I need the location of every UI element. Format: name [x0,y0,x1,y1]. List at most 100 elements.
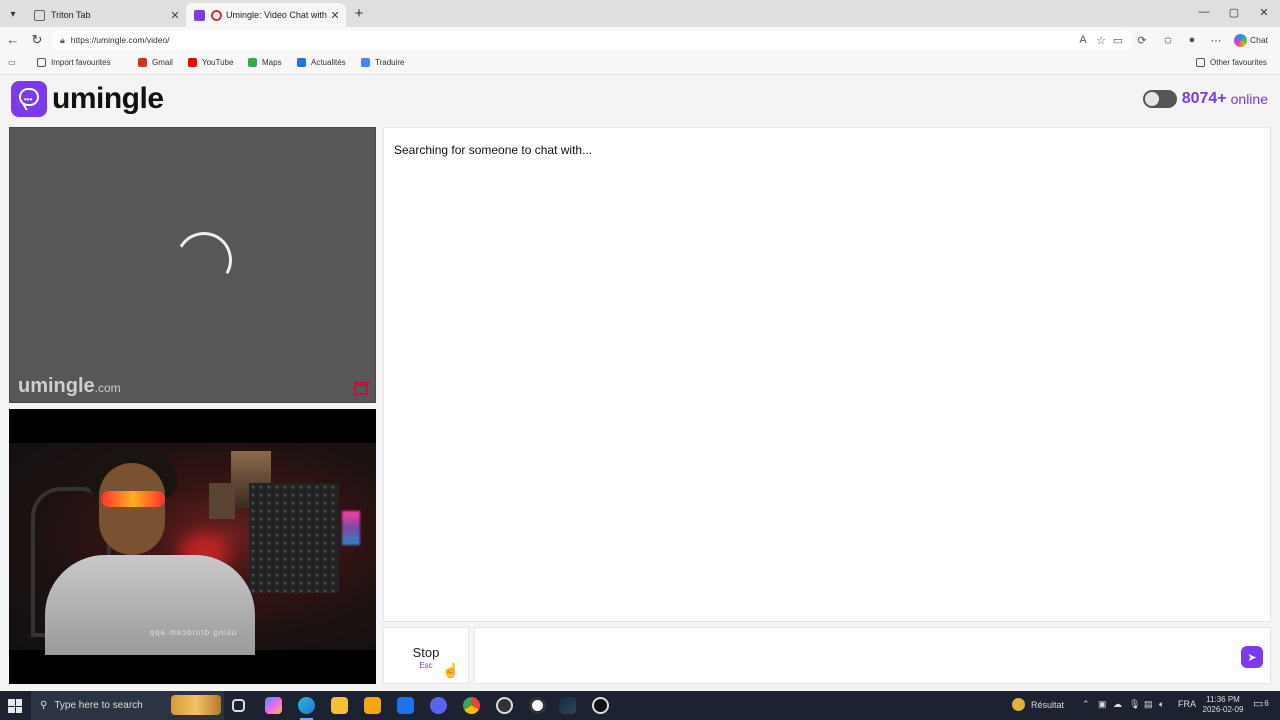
dark-mode-toggle[interactable] [1142,90,1177,108]
umingle-logo[interactable]: ••• umingle [11,81,164,117]
volume-icon[interactable]: 🔈︎ [1159,699,1164,710]
read-aloud-icon[interactable]: A [1076,34,1090,46]
bookmark-label: YouTube [202,58,234,67]
network-icon[interactable]: ▤ [1144,699,1153,710]
chat-label: Chat [1250,35,1268,45]
taskbar-search[interactable]: ⚲ Type here to search [31,691,224,720]
more-menu-icon[interactable]: ⋯ [1209,34,1223,47]
back-icon[interactable]: ← [5,32,21,47]
cloud-icon[interactable]: ☁ [1113,699,1122,710]
bookmark-import-favourites[interactable]: Import favourites [37,58,111,67]
favorites-icon[interactable]: ✩ [1161,34,1175,47]
bookmark-maps[interactable]: Maps [248,58,282,67]
immersive-reader-icon[interactable]: ▭ [1111,34,1125,47]
message-input[interactable] [475,628,1215,683]
bookmark-gmail[interactable]: Gmail [138,58,173,67]
loading-spinner-icon [169,225,239,295]
taskbar-clock[interactable]: 11:36 PM 2026-02-09 [1199,695,1247,715]
edge-browser-icon[interactable] [298,697,315,720]
browser-tab-triton[interactable]: Triton Tab ✕ [26,3,186,27]
umingle-favicon-icon [194,9,205,21]
gmail-icon [138,58,147,67]
address-bar[interactable]: 🔒︎ https://umingle.com/video/ [52,30,1132,50]
online-count: 8074+ [1181,90,1227,107]
profile-avatar-icon[interactable]: ● [1185,34,1199,46]
store-icon[interactable] [364,697,381,714]
online-label: online [1230,91,1268,107]
chrome-icon[interactable] [463,697,480,714]
language-indicator[interactable]: FRA [1178,699,1196,709]
recording-indicator-icon [211,9,222,21]
windows-start-icon[interactable] [8,699,22,713]
logo-text: umingle [52,82,164,115]
clock-date: 2026-02-09 [1202,705,1244,714]
chatgpt-icon[interactable] [592,697,609,714]
windows-taskbar: ⚲ Type here to search Résultat ⌃ ▣ ☁ 🎙︎ … [0,691,1280,720]
tab-label: Umingle: Video Chat with Stra [226,10,328,20]
weather-icon [1012,698,1025,711]
taskbar-search-placeholder: Type here to search [54,700,143,711]
mail-icon[interactable] [397,697,414,714]
maps-icon [248,58,257,67]
bookmark-youtube[interactable]: YouTube [188,58,233,67]
minimize-icon[interactable]: — [1196,6,1212,18]
new-tab-button[interactable]: + [352,5,366,22]
report-flag-icon[interactable] [354,382,370,396]
close-window-icon[interactable]: ✕ [1256,6,1272,19]
import-icon [37,58,46,67]
browser-tab-strip: ▾ Triton Tab ✕ Umingle: Video Chat with … [0,0,1280,27]
weather-widget[interactable]: Résultat [1012,698,1064,711]
reload-icon[interactable]: ↻ [29,32,45,48]
notification-count: 6 [1264,699,1269,708]
youtube-icon [188,58,197,67]
webcam-caption: using droidcam app [148,628,237,637]
bookmark-label: Other favourites [1210,58,1267,67]
status-message: Searching for someone to chat with... [394,143,593,157]
send-icon[interactable]: ➤ [1241,646,1263,668]
lock-icon: 🔒︎ [60,34,65,45]
bookmark-label: Actualités [311,58,346,67]
favorite-star-icon[interactable]: ☆ [1094,34,1108,47]
obs-icon[interactable] [496,697,513,714]
self-camera-video: using droidcam app [9,409,376,684]
copilot-app-icon[interactable] [265,697,282,714]
notification-center-icon[interactable]: ▭ 6 [1253,697,1269,710]
copilot-icon [1234,33,1247,47]
tab-close-icon[interactable]: ✕ [168,9,182,22]
bookmark-label: Import favourites [51,58,111,67]
webcam-feed: using droidcam app [9,443,376,655]
tab-actions-menu-icon[interactable]: ▾ [4,6,22,22]
chat-log: Searching for someone to chat with... [383,127,1271,622]
microphone-icon[interactable]: 🎙︎ [1129,699,1140,710]
sidebar-toggle-icon[interactable]: ▭ [8,58,16,67]
bookmark-label: Maps [262,58,282,67]
bookmark-label: Gmail [152,58,173,67]
tray-app-icon[interactable]: ▣ [1098,699,1107,710]
show-hidden-icons-icon[interactable]: ⌃ [1082,699,1090,710]
triton-favicon-icon [34,9,45,21]
mouse-cursor-icon: ☝ [442,662,460,678]
translate-icon [361,58,370,67]
browser-tab-umingle[interactable]: Umingle: Video Chat with Stra ✕ [186,3,346,27]
bookmark-actualites[interactable]: Actualités [297,58,346,67]
tab-close-icon[interactable]: ✕ [328,9,342,22]
file-explorer-icon[interactable] [331,697,348,714]
refresh-extension-icon[interactable]: ⟳ [1135,34,1149,47]
folder-icon [1196,58,1205,67]
weather-label: Résultat [1031,699,1065,710]
message-box: ➤ [474,627,1271,684]
chat-bubble-logo-icon: ••• [11,81,47,117]
other-favourites[interactable]: Other favourites [1196,58,1267,67]
stranger-video: umingle.com [9,127,376,403]
task-view-icon[interactable] [232,699,245,712]
target-app-icon[interactable] [529,697,546,714]
discord-icon[interactable] [430,697,447,714]
maximize-icon[interactable]: ▢ [1226,6,1242,19]
bookmark-traduire[interactable]: Traduire [361,58,405,67]
steam-icon[interactable] [559,697,576,714]
stop-label: Stop [412,645,440,660]
copilot-chat-button[interactable]: Chat [1234,32,1268,48]
news-icon [297,58,306,67]
tab-label: Triton Tab [51,10,91,20]
search-highlight-image [171,695,221,715]
